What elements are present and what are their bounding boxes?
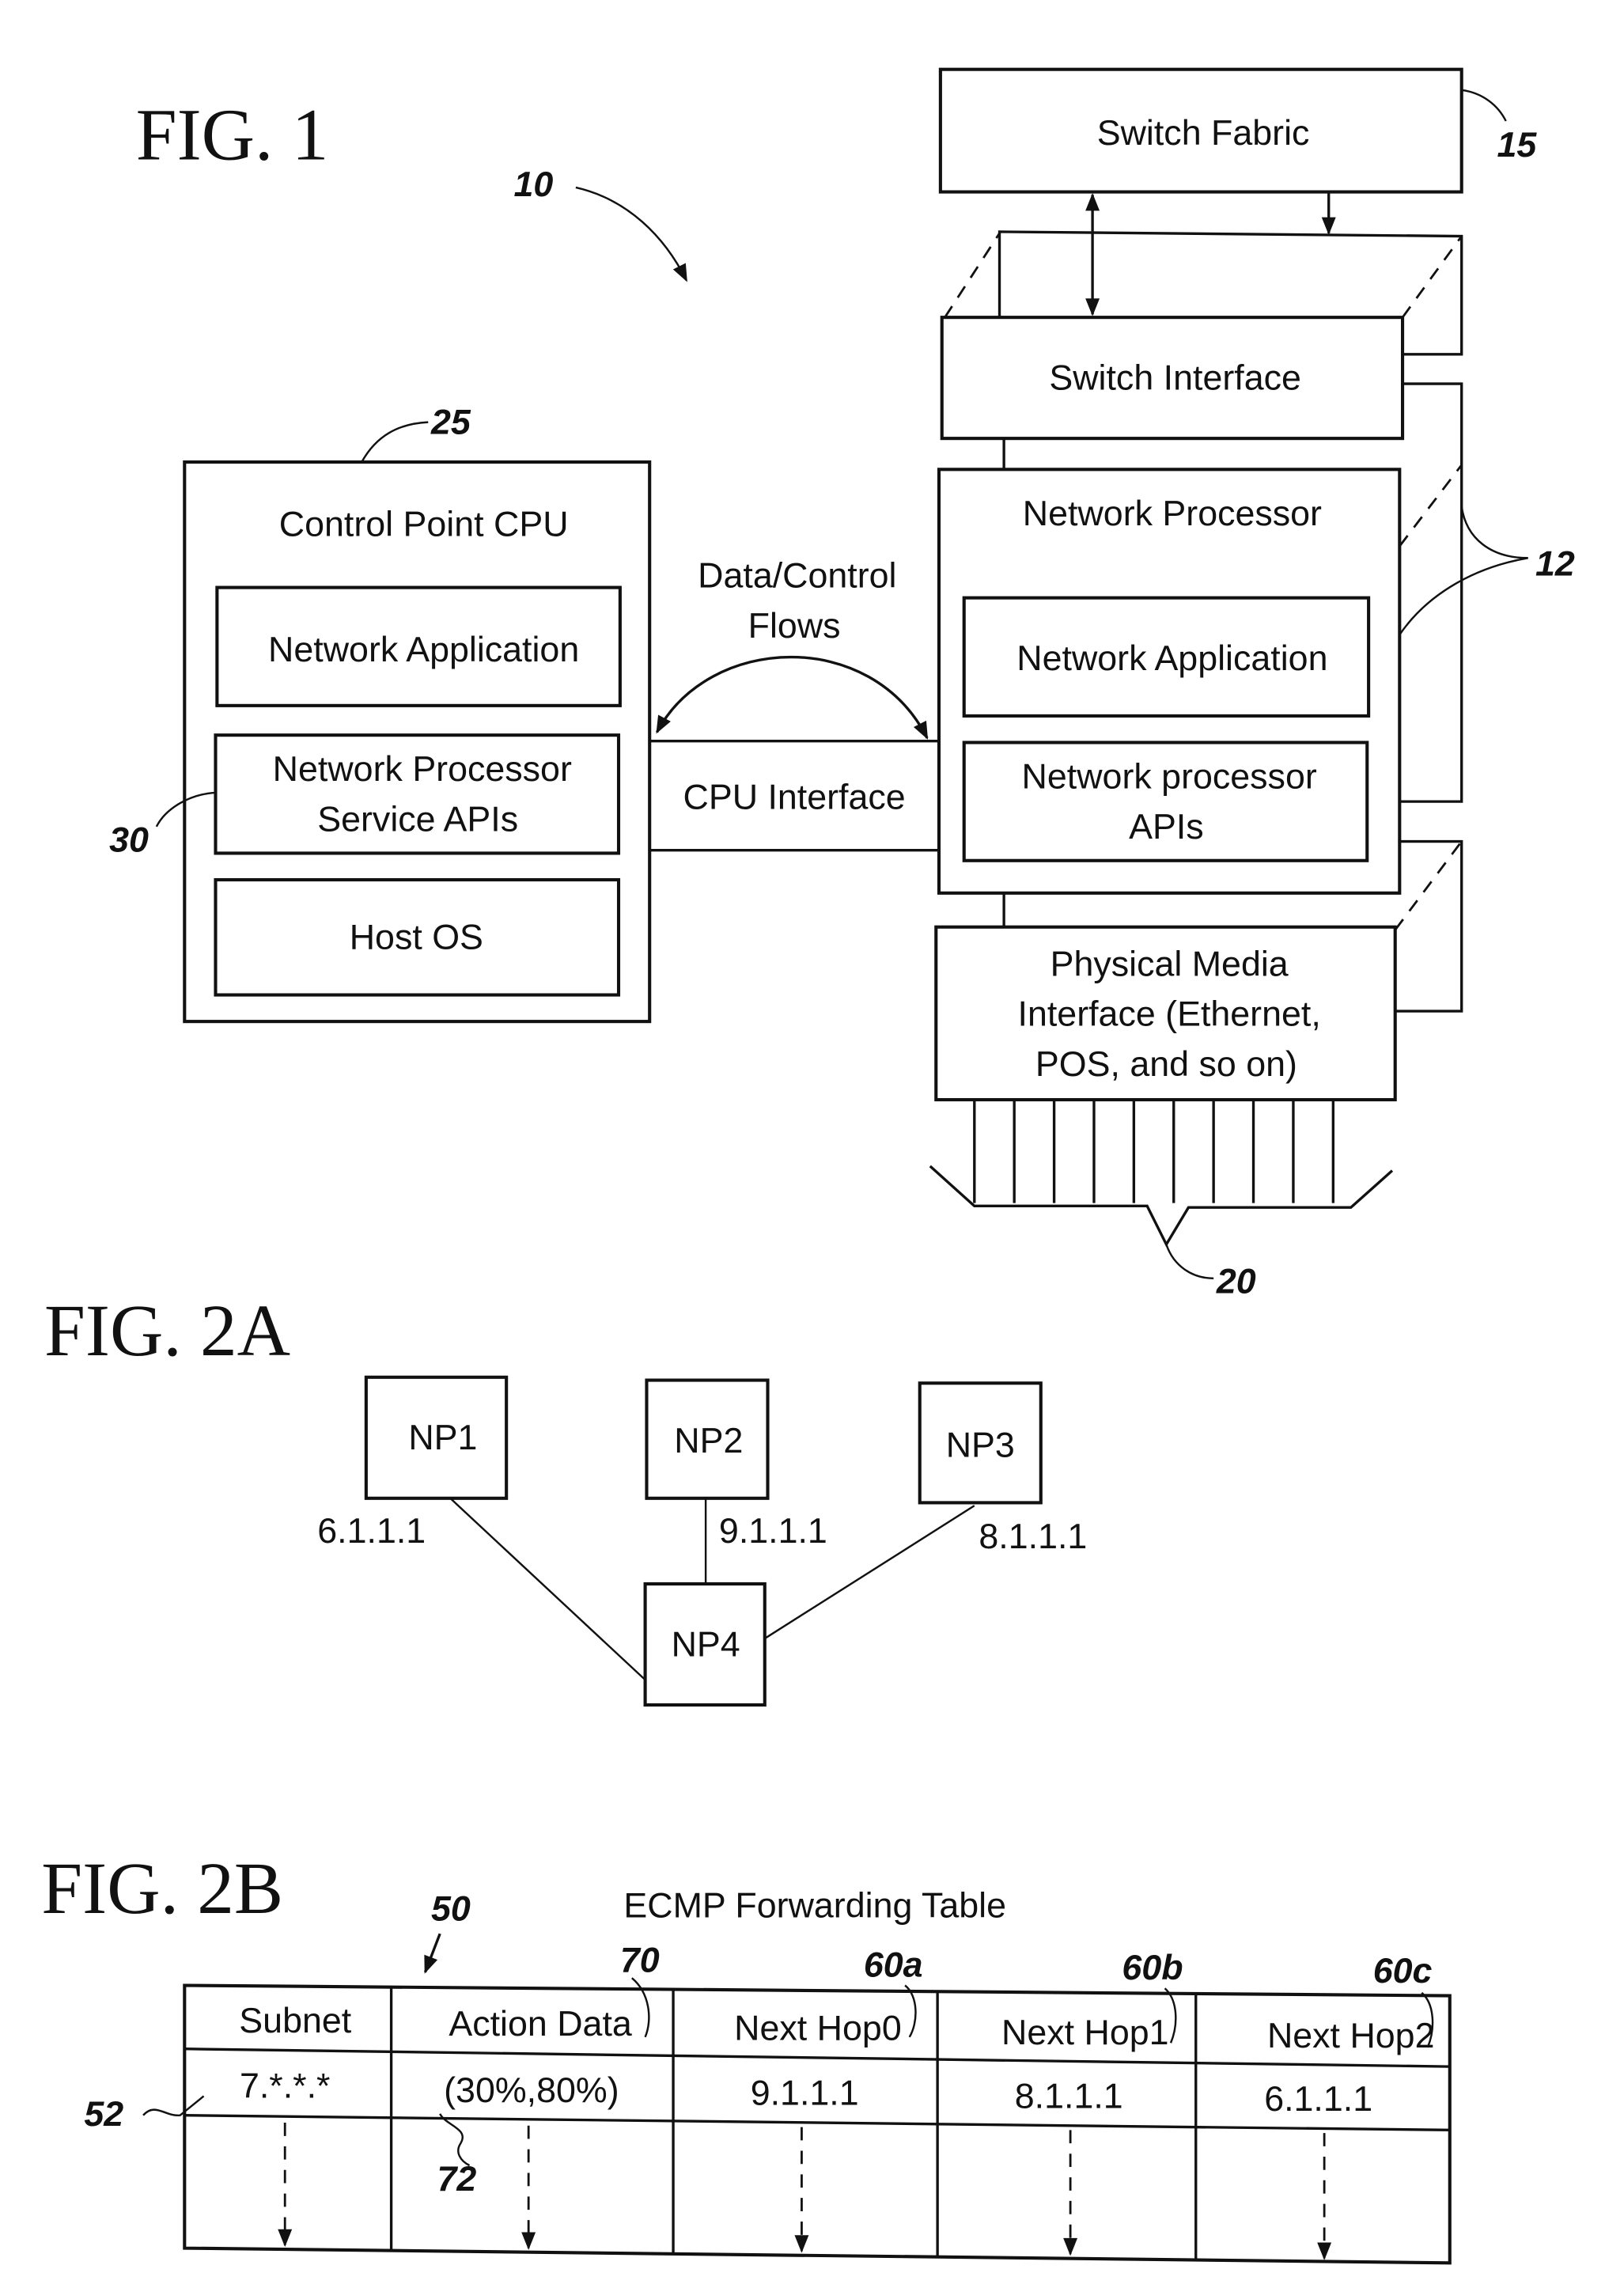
pmi-label-line1: Physical Media xyxy=(1050,944,1289,983)
ref-60c-label: 60c xyxy=(1373,1951,1433,1991)
np-apis-label-line2: APIs xyxy=(1129,807,1204,847)
cell-subnet: 7.*.*.* xyxy=(240,2066,331,2105)
node-np2: NP2 xyxy=(645,1378,770,1500)
fig2a: FIG. 2A NP1 NP2 NP3 NP4 6.1.1.1 9.1.1.1 … xyxy=(44,1290,1087,1707)
link-np3-address: 8.1.1.1 xyxy=(979,1517,1087,1556)
ref-20-leader xyxy=(1165,1244,1214,1280)
cell-action-data: (30%,80%) xyxy=(444,2070,619,2110)
ref-15-label: 15 xyxy=(1497,125,1537,165)
table-header-divider xyxy=(184,2047,1450,2068)
patent-drawing-sheet: FIG. 1 10 Switch Fabric 15 Switch Interf… xyxy=(41,67,1575,2265)
link-np1-np4 xyxy=(449,1497,646,1681)
header-next-hop2: Next Hop2 xyxy=(1267,2016,1435,2055)
ports-brace xyxy=(929,1165,1394,1248)
ref-50-arrow-icon xyxy=(423,1933,441,1974)
header-action-data: Action Data xyxy=(449,2004,632,2044)
service-apis-label-line1: Network Processor xyxy=(273,749,572,789)
network-processor-back-layer xyxy=(1399,382,1463,803)
ref-50-label: 50 xyxy=(431,1888,471,1928)
ecmp-forwarding-table: Subnet Action Data Next Hop0 Next Hop1 N… xyxy=(183,1983,1452,2265)
ref-10-label: 10 xyxy=(513,165,553,204)
network-processor-title: Network Processor xyxy=(1023,494,1322,533)
perspective-dash-left xyxy=(944,233,1001,318)
ref-12-leader-lower xyxy=(1399,557,1528,635)
link-np2-address: 9.1.1.1 xyxy=(719,1511,827,1551)
fig1: FIG. 1 10 Switch Fabric 15 Switch Interf… xyxy=(109,67,1575,1301)
ref-25-label: 25 xyxy=(430,403,471,442)
cell-next-hop1: 8.1.1.1 xyxy=(1015,2076,1123,2116)
ref-72-leader xyxy=(439,2113,471,2167)
node-np3-label: NP3 xyxy=(946,1426,1015,1465)
ref-72-label: 72 xyxy=(437,2159,476,2199)
cell-next-hop2: 6.1.1.1 xyxy=(1264,2079,1372,2119)
switch-interface-label: Switch Interface xyxy=(1049,358,1301,398)
flows-label-line1: Data/Control xyxy=(698,556,896,596)
node-np3: NP3 xyxy=(918,1381,1043,1505)
ref-12-label: 12 xyxy=(1535,544,1575,584)
np-apis-label-line1: Network processor xyxy=(1022,756,1317,796)
pmi-label-line2: Interface (Ethernet, xyxy=(1018,994,1321,1034)
ref-70-label: 70 xyxy=(620,1941,660,1980)
ref-52-leader xyxy=(142,2095,205,2116)
table-row-divider xyxy=(184,2114,1450,2132)
node-np1: NP1 xyxy=(364,1375,509,1500)
node-np4: NP4 xyxy=(643,1582,767,1707)
ref-30-label: 30 xyxy=(109,820,149,860)
fig1-title: FIG. 1 xyxy=(136,95,329,176)
fig2b-title: FIG. 2B xyxy=(41,1848,283,1930)
table-title: ECMP Forwarding Table xyxy=(623,1886,1006,1926)
ref-60a-label: 60a xyxy=(864,1945,923,1984)
header-next-hop0: Next Hop0 xyxy=(734,2009,902,2048)
ref-20-label: 20 xyxy=(1216,1261,1256,1301)
cell-next-hop0: 9.1.1.1 xyxy=(751,2074,859,2113)
switch-fabric-label: Switch Fabric xyxy=(1097,113,1310,153)
fig2b: FIG. 2B ECMP Forwarding Table 50 Subnet … xyxy=(41,1848,1452,2265)
physical-ports xyxy=(973,1100,1335,1203)
control-point-cpu-title: Control Point CPU xyxy=(279,504,569,544)
cpu-interface-label: CPU Interface xyxy=(683,777,906,816)
node-np2-label: NP2 xyxy=(674,1421,743,1460)
switch-fabric-block: Switch Fabric 15 xyxy=(938,67,1537,194)
perspective-dash-np xyxy=(1399,464,1463,547)
ref-12-leader-upper xyxy=(1460,506,1528,559)
ref-10-arrow-icon xyxy=(575,186,687,282)
link-np1-address: 6.1.1.1 xyxy=(317,1511,426,1551)
perspective-dash-pmi xyxy=(1394,840,1463,931)
data-control-flow-arrow-icon xyxy=(656,655,929,740)
control-point-cpu-block: Control Point CPU Network Application Ne… xyxy=(183,460,652,1024)
node-np4-label: NP4 xyxy=(672,1624,740,1664)
network-processor-block: Network Processor Network Application Ne… xyxy=(937,468,1402,895)
host-os-label: Host OS xyxy=(350,918,483,957)
node-np1-label: NP1 xyxy=(408,1418,477,1457)
ref-25-leader xyxy=(361,421,429,463)
fig2a-title: FIG. 2A xyxy=(44,1290,290,1372)
pmi-back-layer xyxy=(1395,839,1463,1013)
cpu-network-application-label: Network Application xyxy=(268,630,579,669)
ref-15-leader xyxy=(1461,89,1507,122)
physical-media-interface-block: Physical Media Interface (Ethernet, POS,… xyxy=(934,925,1397,1102)
header-subnet: Subnet xyxy=(239,2001,351,2040)
flows-label-line2: Flows xyxy=(748,606,841,646)
ref-52-label: 52 xyxy=(84,2094,123,2134)
np-network-application-label: Network Application xyxy=(1016,638,1327,678)
ref-60a-leader xyxy=(904,1984,917,2038)
perspective-dash-right xyxy=(1401,235,1463,318)
pmi-label-line3: POS, and so on) xyxy=(1035,1044,1297,1084)
service-apis-label-line2: Service APIs xyxy=(317,799,518,839)
ref-70-leader xyxy=(631,1977,650,2038)
header-next-hop1: Next Hop1 xyxy=(1001,2013,1169,2052)
ref-60b-label: 60b xyxy=(1122,1948,1183,1987)
